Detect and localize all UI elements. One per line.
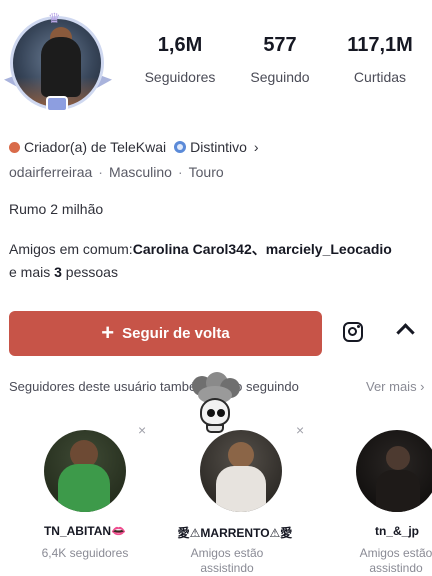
profile-stats: 1,6M Seguidores 577 Seguindo 117,1M Curt… [130,34,432,85]
follow-back-label: Seguir de volta [122,325,230,342]
mutual-suffix-pre: e mais [9,264,55,280]
distinct-chevron-icon[interactable]: › [254,139,259,155]
zodiac-sign: Touro [188,164,224,180]
stat-likes[interactable]: 117,1M Curtidas [330,34,430,85]
mutual-count: 3 [54,264,62,280]
close-icon[interactable]: × [296,422,304,438]
close-icon[interactable]: × [138,422,146,438]
distinct-badge-icon [174,141,187,153]
follow-back-button[interactable]: + Seguir de volta [9,311,322,356]
stat-value: 117,1M [347,34,413,56]
chevron-up-icon[interactable] [396,323,415,342]
see-more-link[interactable]: Ver mais › [366,379,425,394]
suggestion-card[interactable]: × 愛⚠MARRENTO⚠愛 Amigos estão assistindo [166,420,306,576]
stat-label: Seguindo [250,69,310,85]
mutual-names[interactable]: Carolina Carol342、marciely_Leocadio [133,241,392,257]
profile-bio: Rumo 2 milhão [9,201,104,217]
stat-followers[interactable]: 1,6M Seguidores [130,34,230,85]
suggestion-card[interactable]: tn_&_jp Amigos estão assistindo [328,420,432,576]
suggestion-card[interactable]: × TN_ABITAN👄 6,4K seguidores [4,420,147,576]
profile-meta-row: odairferreiraa · Masculino · Touro [9,164,224,180]
stat-value: 577 [263,34,297,56]
separator: · [177,164,183,180]
suggestion-avatar[interactable] [44,430,126,512]
mutual-suffix-post: pessoas [61,264,118,280]
stat-label: Seguidores [144,69,216,85]
avatar-frame-crown-icon: ♛ [48,10,61,26]
profile-avatar[interactable]: ♛ [4,10,112,114]
separator: · [98,164,103,180]
instagram-icon[interactable] [343,322,363,342]
gender: Masculino [108,164,172,180]
mutual-more-line[interactable]: e mais 3 pessoas [9,264,118,280]
distinct-label[interactable]: Distintivo [190,139,247,155]
mutual-prefix: Amigos em comum: [9,241,133,257]
suggestion-subtitle: Amigos estão assistindo [359,546,432,575]
suggestions-title: Seguidores deste usuário também estão se… [9,379,299,394]
avatar-frame-badge-icon [46,96,68,112]
suggestion-subtitle: Amigos estão assistindo [190,546,264,575]
stat-label: Curtidas [353,69,407,85]
creator-badge-icon [9,142,20,153]
suggestion-avatar[interactable] [356,430,432,512]
stat-following[interactable]: 577 Seguindo [230,34,330,85]
suggestion-avatar[interactable] [200,430,282,512]
username: odairferreiraa [9,164,93,180]
creator-label[interactable]: Criador(a) de TeleKwai [24,139,166,155]
mutual-friends-line[interactable]: Amigos em comum:Carolina Carol342、marcie… [9,239,392,259]
plus-icon: + [101,319,115,345]
suggestion-name[interactable]: tn_&_jp [358,524,432,538]
stat-value: 1,6M [157,34,203,56]
suggestion-name[interactable]: TN_ABITAN👄 [10,524,160,538]
suggestion-subtitle: 6,4K seguidores [41,546,129,560]
suggestion-name[interactable]: 愛⚠MARRENTO⚠愛 [160,524,310,541]
creator-badges-row: Criador(a) de TeleKwai Distintivo › [9,139,259,155]
